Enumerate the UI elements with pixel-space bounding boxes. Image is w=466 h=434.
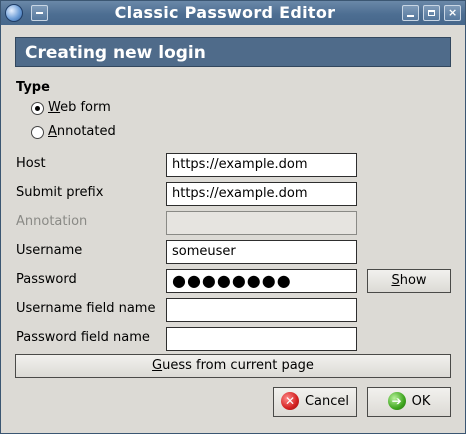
minimize-icon [407, 15, 414, 17]
username-field-name-input[interactable] [166, 298, 357, 322]
ok-button[interactable]: ➔ OK [367, 387, 451, 417]
password-editor-window: Classic Password Editor × Creating new l… [0, 0, 466, 434]
maximize-button[interactable] [423, 5, 440, 21]
window-menu-button[interactable] [31, 5, 48, 21]
type-section-title: Type [16, 80, 50, 95]
password-field-name-label: Password field name [16, 330, 150, 345]
minimize-button[interactable] [402, 5, 419, 21]
username-input[interactable]: someuser [166, 240, 357, 264]
submit-prefix-label: Submit prefix [16, 185, 104, 200]
radio-annotated-label[interactable]: Annotated [48, 124, 116, 139]
host-input[interactable]: https://example.dom [166, 153, 357, 177]
maximize-icon [428, 10, 435, 16]
ok-arrow-icon: ➔ [387, 391, 406, 410]
password-input[interactable]: ●●●●●●●● [166, 269, 357, 293]
cancel-icon: ✕ [280, 391, 299, 410]
annotation-input [166, 211, 357, 235]
username-label: Username [16, 243, 83, 258]
show-password-button[interactable]: Show [367, 269, 451, 293]
username-field-name-label: Username field name [16, 301, 156, 316]
password-field-name-input[interactable] [166, 327, 357, 351]
radio-web-form-indicator[interactable] [31, 102, 44, 115]
header-banner: Creating new login [15, 37, 451, 67]
annotation-label: Annotation [16, 214, 88, 229]
app-globe-icon[interactable] [5, 4, 23, 22]
guess-from-current-page-button[interactable]: Guess from current page [15, 354, 451, 378]
title-bar[interactable]: Classic Password Editor × [1, 1, 465, 25]
host-label: Host [16, 156, 46, 171]
ok-button-label: OK [411, 394, 431, 409]
window-title: Classic Password Editor [114, 3, 336, 22]
cancel-button[interactable]: ✕ Cancel [273, 387, 357, 417]
menu-dash-icon [36, 12, 43, 14]
radio-web-form-label[interactable]: Web form [48, 100, 111, 115]
close-button[interactable]: × [444, 5, 461, 21]
close-icon: × [448, 6, 458, 19]
radio-annotated-indicator[interactable] [31, 126, 44, 139]
cancel-button-label: Cancel [304, 394, 350, 409]
submit-prefix-input[interactable]: https://example.dom [166, 182, 357, 206]
password-label: Password [16, 272, 77, 287]
